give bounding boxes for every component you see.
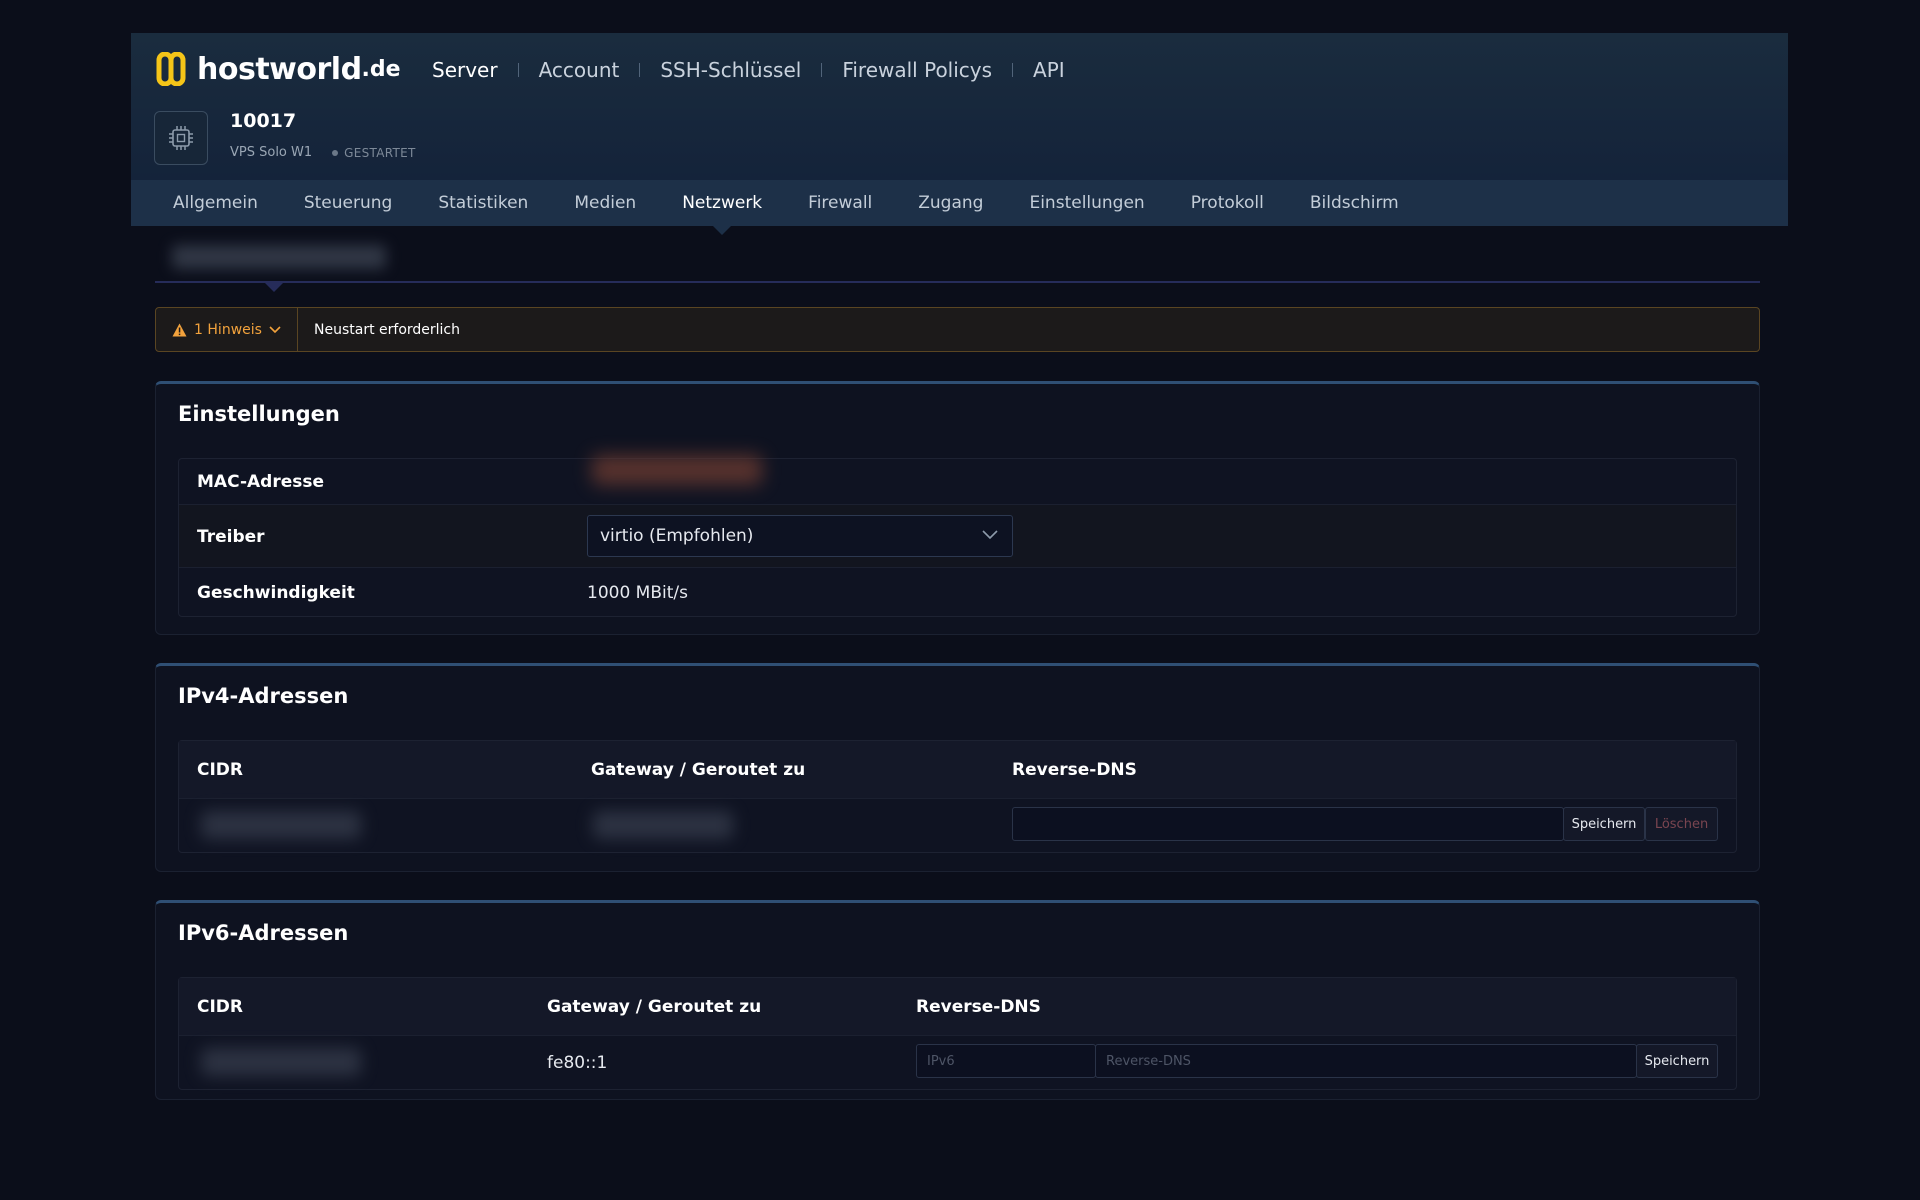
- status-dot-icon: [332, 149, 339, 156]
- top-navigation: Server Account SSH-Schlüssel Firewall Po…: [432, 55, 1065, 85]
- tab-zugang[interactable]: Zugang: [895, 180, 1006, 226]
- ipv6-rdns-input[interactable]: Reverse-DNS: [1095, 1044, 1637, 1078]
- tab-protokoll[interactable]: Protokoll: [1168, 180, 1287, 226]
- ipv4-title: IPv4-Adressen: [178, 684, 349, 708]
- ipv4-rdns-input[interactable]: [1012, 807, 1564, 841]
- ipv4-table-header: CIDR Gateway / Geroutet zu Reverse-DNS: [179, 741, 1736, 798]
- ipv6-th-cidr: CIDR: [197, 997, 244, 1017]
- driver-label: Treiber: [197, 526, 265, 547]
- tab-bildschirm[interactable]: Bildschirm: [1287, 180, 1422, 226]
- tab-allgemein[interactable]: Allgemein: [131, 180, 281, 226]
- settings-row-driver: Treiber virtio (Empfohlen): [179, 504, 1736, 568]
- cpu-chip-icon: [169, 126, 193, 150]
- logo-icon: [156, 52, 186, 86]
- nav-divider: [517, 63, 519, 77]
- warning-icon: [172, 323, 187, 336]
- server-tabs: Allgemein Steuerung Statistiken Medien N…: [131, 180, 1788, 235]
- active-tab-caret: [713, 226, 732, 235]
- redacted-mac-address: [592, 455, 762, 485]
- nav-divider: [1012, 63, 1014, 77]
- topnav-firewall-policies[interactable]: Firewall Policys: [842, 58, 992, 82]
- ipv4-table: CIDR Gateway / Geroutet zu Reverse-DNS S…: [178, 740, 1737, 853]
- topnav-server[interactable]: Server: [432, 58, 498, 82]
- app-header: hostworld .de Server Account SSH-Schlüsse…: [131, 33, 1788, 180]
- topnav-api[interactable]: API: [1033, 58, 1065, 82]
- tab-netzwerk[interactable]: Netzwerk: [659, 180, 785, 235]
- ipv6-table: CIDR Gateway / Geroutet zu Reverse-DNS f…: [178, 977, 1737, 1090]
- mac-label: MAC-Adresse: [197, 471, 325, 492]
- ipv6-th-rdns: Reverse-DNS: [916, 997, 1041, 1017]
- server-icon-box: [154, 111, 208, 165]
- speed-label: Geschwindigkeit: [197, 582, 355, 603]
- driver-select-value: virtio (Empfohlen): [600, 526, 754, 546]
- settings-row-speed: Geschwindigkeit 1000 MBit/s: [179, 567, 1736, 617]
- speed-value: 1000 MBit/s: [587, 582, 688, 603]
- ipv6-table-header: CIDR Gateway / Geroutet zu Reverse-DNS: [179, 978, 1736, 1035]
- nav-divider: [821, 63, 823, 77]
- settings-row-mac: MAC-Adresse: [179, 459, 1736, 504]
- redacted-ipv6-cidr: [201, 1048, 361, 1076]
- tab-netzwerk-label: Netzwerk: [682, 193, 763, 213]
- tab-firewall[interactable]: Firewall: [785, 180, 895, 226]
- server-status: GESTARTET: [344, 145, 416, 160]
- topnav-ssh-keys[interactable]: SSH-Schlüssel: [660, 58, 801, 82]
- ipv6-ip-input[interactable]: IPv6: [916, 1044, 1096, 1078]
- server-id: 10017: [230, 110, 297, 132]
- chevron-down-icon: [269, 325, 281, 333]
- ipv6-title: IPv6-Adressen: [178, 921, 349, 945]
- ipv4-delete-button[interactable]: Löschen: [1645, 807, 1718, 841]
- ipv6-gateway: fe80::1: [547, 1053, 608, 1073]
- topnav-account[interactable]: Account: [539, 58, 620, 82]
- ipv4-th-gateway: Gateway / Geroutet zu: [591, 760, 806, 780]
- ipv6-th-gateway: Gateway / Geroutet zu: [547, 997, 762, 1017]
- tab-einstellungen[interactable]: Einstellungen: [1006, 180, 1167, 226]
- settings-title: Einstellungen: [178, 402, 340, 426]
- ipv6-save-button[interactable]: Speichern: [1636, 1044, 1718, 1078]
- settings-card: Einstellungen MAC-Adresse Treiber virtio…: [155, 381, 1760, 635]
- ipv4-th-rdns: Reverse-DNS: [1012, 760, 1137, 780]
- tab-steuerung[interactable]: Steuerung: [281, 180, 415, 226]
- notice-banner: 1 Hinweis Neustart erforderlich: [155, 307, 1760, 352]
- ipv4-card: IPv4-Adressen CIDR Gateway / Geroutet zu…: [155, 663, 1760, 872]
- ipv4-th-cidr: CIDR: [197, 760, 244, 780]
- ipv4-table-row: Speichern Löschen: [179, 798, 1736, 853]
- redacted-subnav-item[interactable]: [172, 245, 386, 269]
- ipv4-save-button[interactable]: Speichern: [1563, 807, 1645, 841]
- subnav-caret: [265, 283, 283, 292]
- server-plan: VPS Solo W1: [230, 145, 313, 160]
- subnav-divider: [155, 281, 1760, 283]
- ipv6-table-row: fe80::1 IPv6 Reverse-DNS Speichern: [179, 1035, 1736, 1090]
- brand-logo[interactable]: hostworld .de: [153, 49, 401, 89]
- notice-message: Neustart erforderlich: [314, 321, 460, 338]
- tab-medien[interactable]: Medien: [551, 180, 659, 226]
- brand-name: hostworld: [197, 51, 362, 87]
- notice-count: 1 Hinweis: [194, 321, 262, 338]
- ipv6-card: IPv6-Adressen CIDR Gateway / Geroutet zu…: [155, 900, 1760, 1100]
- brand-tld: .de: [361, 56, 401, 82]
- server-meta: VPS Solo W1 GESTARTET: [230, 145, 416, 160]
- notice-toggle[interactable]: 1 Hinweis: [156, 308, 298, 351]
- redacted-ipv4-gateway: [593, 811, 733, 839]
- tab-statistiken[interactable]: Statistiken: [415, 180, 551, 226]
- driver-select[interactable]: virtio (Empfohlen): [587, 515, 1013, 557]
- redacted-ipv4-cidr: [201, 811, 361, 839]
- chevron-down-icon: [982, 530, 998, 540]
- settings-table: MAC-Adresse Treiber virtio (Empfohlen) G…: [178, 458, 1737, 617]
- nav-divider: [639, 63, 641, 77]
